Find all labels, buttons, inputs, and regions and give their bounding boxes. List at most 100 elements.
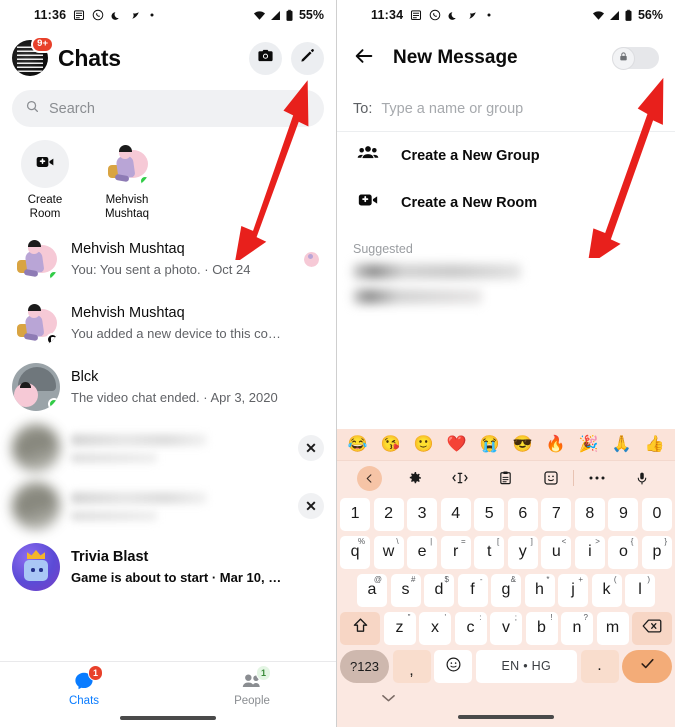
- key-sup: =: [461, 536, 466, 546]
- comma-key[interactable]: ,: [392, 649, 431, 683]
- key[interactable]: ' x: [419, 611, 451, 645]
- key[interactable]: 7: [541, 497, 572, 531]
- key[interactable]: 4: [440, 497, 471, 531]
- key[interactable]: 6: [507, 497, 538, 531]
- key-label: o: [618, 543, 628, 560]
- key-sup: ?: [583, 612, 588, 622]
- key[interactable]: 0: [641, 497, 672, 531]
- key[interactable]: % q: [340, 535, 371, 569]
- toolbar-back-button[interactable]: [347, 465, 392, 491]
- key[interactable]: (k: [591, 573, 622, 607]
- table-row[interactable]: Blck The video chat ended. · Apr 3, 2020: [0, 355, 336, 419]
- key[interactable]: # s: [390, 573, 421, 607]
- close-icon[interactable]: ✕: [298, 435, 324, 462]
- key[interactable]: + j: [558, 573, 588, 607]
- key[interactable]: 3: [407, 497, 438, 531]
- table-row[interactable]: Trivia Blast Game is about to start · Ma…: [0, 535, 336, 599]
- emoji-key[interactable]: 😭: [480, 436, 500, 453]
- recipient-field[interactable]: To: Type a name or group: [337, 86, 675, 132]
- key-sup: ): [647, 574, 650, 584]
- key[interactable]: " z: [383, 611, 416, 645]
- key[interactable]: } p: [641, 535, 672, 569]
- close-icon[interactable]: ✕: [298, 493, 324, 520]
- back-button[interactable]: [353, 45, 375, 72]
- moon-icon: [111, 10, 122, 21]
- chat-snippet: You: You sent a photo. · Oct 24: [71, 261, 251, 277]
- enter-key[interactable]: [622, 649, 672, 683]
- key[interactable]: :c: [454, 611, 487, 645]
- key-label: r: [453, 543, 459, 560]
- emoji-key[interactable]: 👍: [645, 436, 665, 453]
- key[interactable]: -f: [457, 573, 488, 607]
- key[interactable]: $ d: [424, 573, 454, 607]
- period-key[interactable]: .: [580, 649, 619, 683]
- key-label: z: [395, 619, 404, 636]
- suggested-blurred-list[interactable]: [337, 262, 675, 306]
- emoji-key-button[interactable]: [434, 649, 472, 683]
- table-row[interactable]: Mehvish Mushtaq You added a new device t…: [0, 291, 336, 355]
- backspace-key[interactable]: [632, 611, 672, 645]
- key[interactable]: * h: [524, 573, 555, 607]
- key[interactable]: ! b: [525, 611, 558, 645]
- clipboard-icon[interactable]: [483, 470, 528, 486]
- emoji-suggestion-row: 😂 😘 🙂 ❤️ 😭 😎 🔥 🎉 🙏 👍: [337, 429, 675, 461]
- key[interactable]: 9: [608, 497, 639, 531]
- emoji-key[interactable]: 😂: [348, 436, 368, 453]
- emoji-key[interactable]: 🎉: [579, 436, 599, 453]
- key[interactable]: ] y: [507, 535, 538, 569]
- key[interactable]: [t: [474, 535, 505, 569]
- gear-icon[interactable]: [392, 470, 437, 486]
- chevron-down-icon[interactable]: [381, 691, 396, 706]
- battery-percent: 55%: [298, 8, 324, 22]
- list-item[interactable]: ✕: [0, 419, 336, 477]
- key[interactable]: {o: [608, 535, 639, 569]
- key[interactable]: ) l: [625, 573, 655, 607]
- spacebar[interactable]: EN • HG: [475, 649, 577, 683]
- table-row[interactable]: Mehvish Mushtaq You: You sent a photo. ·…: [0, 227, 336, 291]
- key[interactable]: = r: [440, 535, 471, 569]
- list-item[interactable]: ✕: [0, 477, 336, 535]
- key[interactable]: ? n: [561, 611, 593, 645]
- create-new-group-row[interactable]: Create a New Group: [337, 132, 675, 179]
- compose-button[interactable]: [291, 41, 324, 75]
- create-room-button[interactable]: Create Room: [14, 140, 76, 221]
- tab-people[interactable]: 1 People: [168, 665, 336, 707]
- key[interactable]: 5: [474, 497, 505, 531]
- key[interactable]: 8: [574, 497, 605, 531]
- emoji-key[interactable]: 😎: [513, 436, 533, 453]
- key[interactable]: @ a: [357, 573, 387, 607]
- profile-avatar-button[interactable]: 9+: [12, 36, 54, 76]
- emoji-key[interactable]: 🙂: [414, 436, 434, 453]
- emoji-key[interactable]: ❤️: [447, 436, 467, 453]
- key[interactable]: m: [596, 611, 629, 645]
- key[interactable]: | e: [407, 535, 438, 569]
- chat-name: Trivia Blast: [71, 548, 149, 565]
- key[interactable]: & g: [491, 573, 521, 607]
- key[interactable]: \ w: [373, 535, 404, 569]
- row-thumbnail: [298, 251, 324, 267]
- active-contact-mehvish[interactable]: Mehvish Mushtaq: [96, 140, 158, 221]
- mic-icon[interactable]: [620, 470, 665, 487]
- secret-conversation-toggle[interactable]: [612, 46, 659, 70]
- shift-key[interactable]: [340, 611, 380, 645]
- emoji-key[interactable]: 🙏: [612, 436, 632, 453]
- tab-chats[interactable]: 1 Chats: [0, 665, 168, 707]
- key[interactable]: 1: [340, 497, 371, 531]
- key[interactable]: 2: [373, 497, 404, 531]
- key[interactable]: > i: [574, 535, 605, 569]
- create-new-room-row[interactable]: Create a New Room: [337, 179, 675, 226]
- key[interactable]: ; v: [490, 611, 522, 645]
- key[interactable]: < u: [541, 535, 572, 569]
- emoji-key[interactable]: 🔥: [546, 436, 566, 453]
- emoji-key[interactable]: 😘: [381, 436, 401, 453]
- sticker-icon[interactable]: [528, 470, 573, 486]
- video-plus-icon: [357, 189, 379, 216]
- camera-button[interactable]: [249, 41, 282, 75]
- more-icon[interactable]: [574, 475, 619, 481]
- cursor-move-icon[interactable]: [438, 470, 483, 486]
- key-sup: @: [373, 574, 382, 584]
- keyboard-row-numbers: 1 2 3 4 5 6 7 8 9 0: [337, 495, 675, 533]
- search-input[interactable]: Search: [12, 90, 324, 127]
- symbols-key[interactable]: ?123: [340, 649, 389, 683]
- key-label: e: [417, 543, 427, 560]
